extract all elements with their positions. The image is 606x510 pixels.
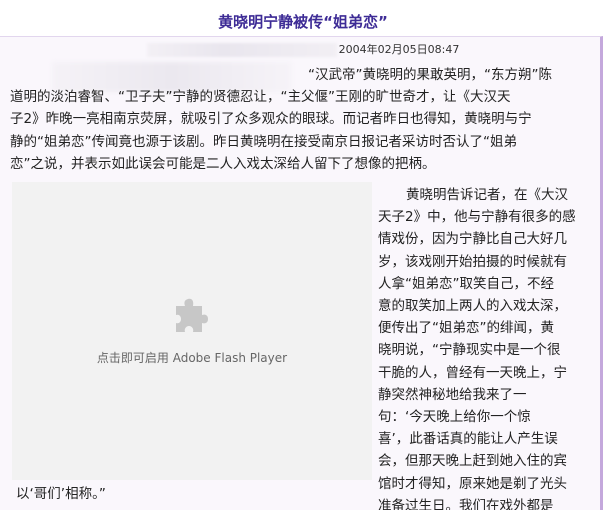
paragraph-line: 便传出了“姐弟恋”的绯闻，黄 xyxy=(378,320,554,337)
paragraph-1: “汉武帝”黄晓明的果敢英明，“东方朔”陈 道明的淡泊睿智、“卫子夫”宁静的贤德忍… xyxy=(10,64,602,175)
paragraph-line: 黄晓明告诉记者，在《大汉 xyxy=(406,187,568,203)
paragraph-2: 黄晓明告诉记者，在《大汉 天子2》中，他与宁静有很多的感 情戏份，因为宁静比自己… xyxy=(378,184,600,510)
paragraph-line: 会，但那天晚上赶到她入住的宾 xyxy=(378,453,567,470)
article-meta: 2004年02月05日08:47 xyxy=(0,42,606,58)
article-title: 黄晓明宁静被传“姐弟恋” xyxy=(218,13,388,31)
paragraph-line: 喜’，此番话真的能让人产生误 xyxy=(378,431,558,448)
paragraph-line: 意的取笑加上两人的入戏太深， xyxy=(378,298,567,315)
paragraph-line: 准备过生日。我们在戏外都是 xyxy=(378,497,554,510)
puzzle-piece-icon xyxy=(176,298,208,332)
title-bar: 黄晓明宁静被传“姐弟恋” xyxy=(0,0,606,38)
paragraph-line: 句：‘今天晚上给你一个惊 xyxy=(378,409,531,426)
paragraph-line: 人拿“姐弟恋”取笑自己，不经 xyxy=(378,275,554,292)
redacted-source xyxy=(146,43,337,57)
paragraph-line: 静的“姐弟恋”传闻竟也源于该剧。昨日黄晓明在接受南京日报记者采访时否认了“姐弟 xyxy=(10,133,517,150)
publish-datetime: 2004年02月05日08:47 xyxy=(338,43,460,56)
paragraph-line: 道明的淡泊睿智、“卫子夫”宁静的贤德忍让，“主父偃”王刚的旷世奇才，让《大汉天 xyxy=(10,89,511,106)
paragraph-line: 子2》昨晚一亮相南京荧屏，就吸引了众多观众的眼球。而记者昨日也得知，黄晓明与宁 xyxy=(10,111,532,128)
paragraph-line: 岁，该戏刚开始拍摄的时候就有 xyxy=(378,253,567,270)
paragraph-line: 馆时才得知，原来她是剃了光头 xyxy=(378,475,567,492)
paragraph-line: 恋”之说，并表示如此误会可能是二人入戏太深给人留下了想像的把柄。 xyxy=(10,155,436,172)
paragraph-3: 以‘哥们’相称。” xyxy=(16,486,106,502)
paragraph-line: 干脆的人，曾经有一天晚上，宁 xyxy=(378,364,567,381)
paragraph-line: 静突然神秘地给我来了一 xyxy=(378,386,527,403)
paragraph-line: 情戏份，因为宁静比自己大好几 xyxy=(378,231,567,248)
flash-player-placeholder[interactable]: 点击即可启用 Adobe Flash Player xyxy=(12,182,372,480)
paragraph-line: 晓明说，“宁静现实中是一个很 xyxy=(378,342,561,359)
paragraph-line: “汉武帝”黄晓明的果敢英明，“东方朔”陈 xyxy=(308,67,552,83)
flash-enable-label[interactable]: 点击即可启用 Adobe Flash Player xyxy=(12,350,372,366)
paragraph-line: 天子2》中，他与宁静有很多的感 xyxy=(378,209,576,226)
